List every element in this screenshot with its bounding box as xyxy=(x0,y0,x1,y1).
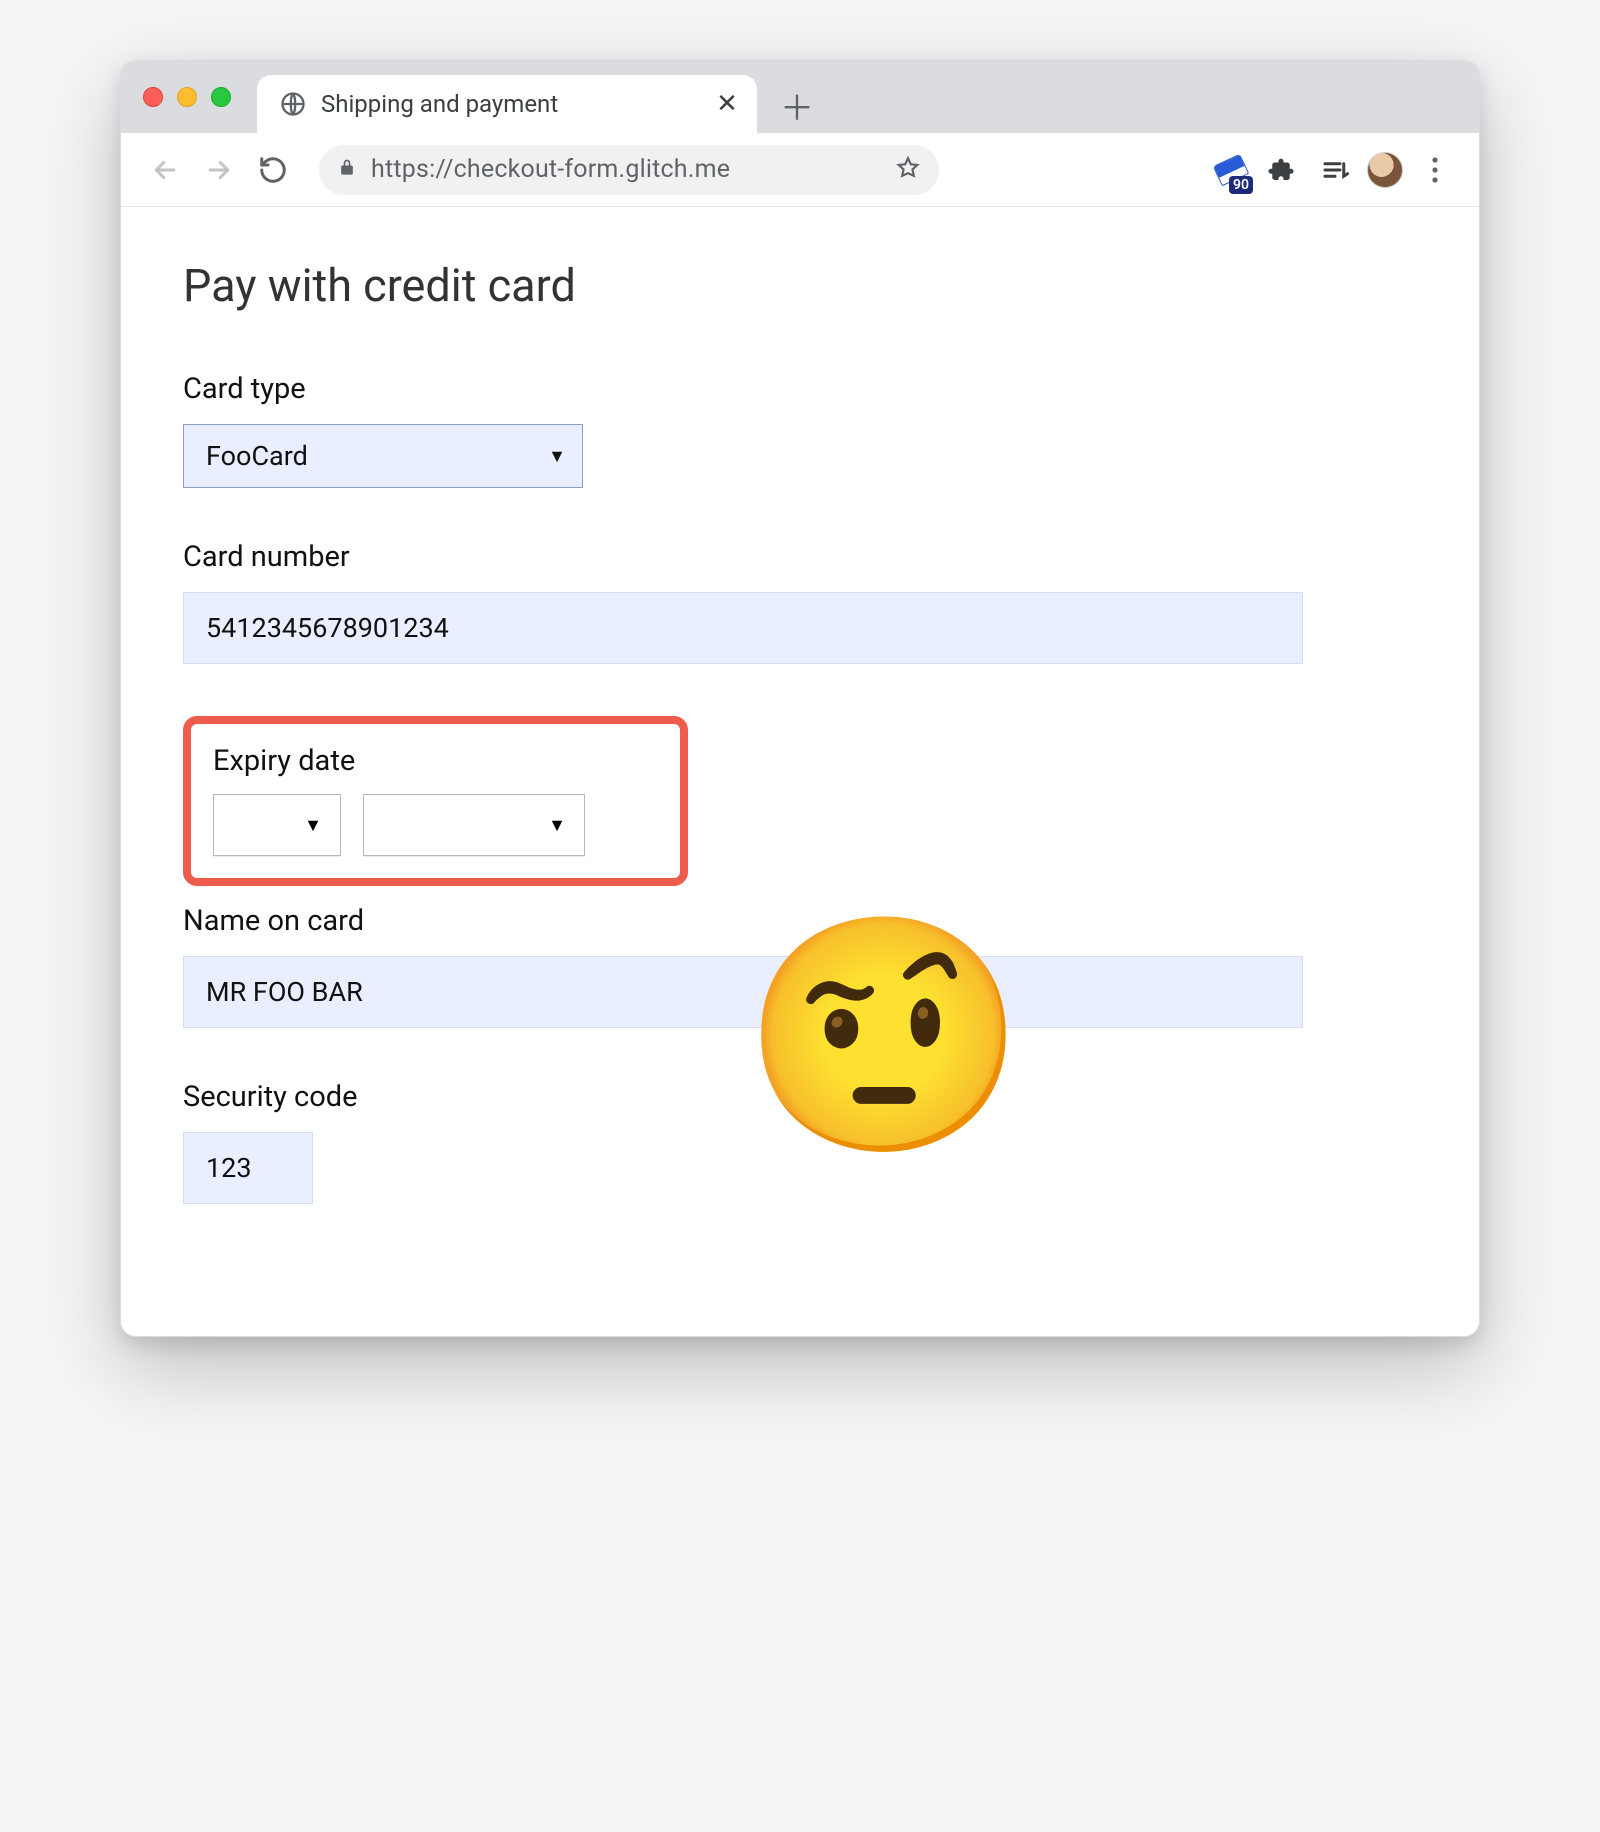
kebab-menu-button[interactable] xyxy=(1413,148,1457,192)
back-button[interactable] xyxy=(143,148,187,192)
chevron-down-icon: ▼ xyxy=(548,446,566,467)
expiry-label: Expiry date xyxy=(213,744,658,778)
security-code-input[interactable]: 123 xyxy=(183,1132,313,1204)
page-content: Pay with credit card Card type FooCard ▼… xyxy=(121,207,1479,1336)
tab-title: Shipping and payment xyxy=(321,90,715,118)
reload-button[interactable] xyxy=(251,148,295,192)
forward-button[interactable] xyxy=(197,148,241,192)
card-number-field: Card number 5412345678901234 xyxy=(183,540,1417,664)
address-bar[interactable]: https://checkout-form.glitch.me xyxy=(319,145,939,195)
expiry-month-select[interactable]: ▼ xyxy=(213,794,341,856)
reading-list-button[interactable] xyxy=(1313,148,1357,192)
chevron-down-icon: ▼ xyxy=(548,815,566,836)
browser-toolbar: https://checkout-form.glitch.me 90 xyxy=(121,133,1479,207)
extensions-button[interactable] xyxy=(1259,148,1303,192)
extension-badge[interactable]: 90 xyxy=(1213,152,1249,188)
security-code-value: 123 xyxy=(206,1152,252,1184)
lock-icon xyxy=(337,158,357,182)
close-window-button[interactable] xyxy=(143,87,163,107)
maximize-window-button[interactable] xyxy=(211,87,231,107)
card-type-label: Card type xyxy=(183,372,1417,406)
extension-count: 90 xyxy=(1229,176,1253,194)
page-title: Pay with credit card xyxy=(183,259,1417,312)
card-number-input[interactable]: 5412345678901234 xyxy=(183,592,1303,664)
url-text: https://checkout-form.glitch.me xyxy=(371,155,881,184)
tab-strip: Shipping and payment ✕ ＋ xyxy=(121,61,1479,133)
browser-tab[interactable]: Shipping and payment ✕ xyxy=(257,75,757,133)
bookmark-star-icon[interactable] xyxy=(895,155,921,185)
minimize-window-button[interactable] xyxy=(177,87,197,107)
browser-window: Shipping and payment ✕ ＋ https://checkou… xyxy=(120,60,1480,1337)
window-controls xyxy=(143,87,231,107)
chevron-down-icon: ▼ xyxy=(304,815,322,836)
card-number-value: 5412345678901234 xyxy=(206,612,449,644)
card-type-select[interactable]: FooCard ▼ xyxy=(183,424,583,488)
raised-eyebrow-emoji: 🤨 xyxy=(741,923,1027,1153)
card-number-label: Card number xyxy=(183,540,1417,574)
card-type-field: Card type FooCard ▼ xyxy=(183,372,1417,488)
profile-avatar[interactable] xyxy=(1367,152,1403,188)
globe-icon xyxy=(279,90,307,118)
expiry-year-select[interactable]: ▼ xyxy=(363,794,585,856)
name-on-card-value: MR FOO BAR xyxy=(206,976,363,1008)
new-tab-button[interactable]: ＋ xyxy=(769,77,825,133)
close-tab-icon[interactable]: ✕ xyxy=(715,92,739,116)
card-type-value: FooCard xyxy=(206,440,308,472)
expiry-highlight: Expiry date ▼ ▼ xyxy=(183,716,688,886)
